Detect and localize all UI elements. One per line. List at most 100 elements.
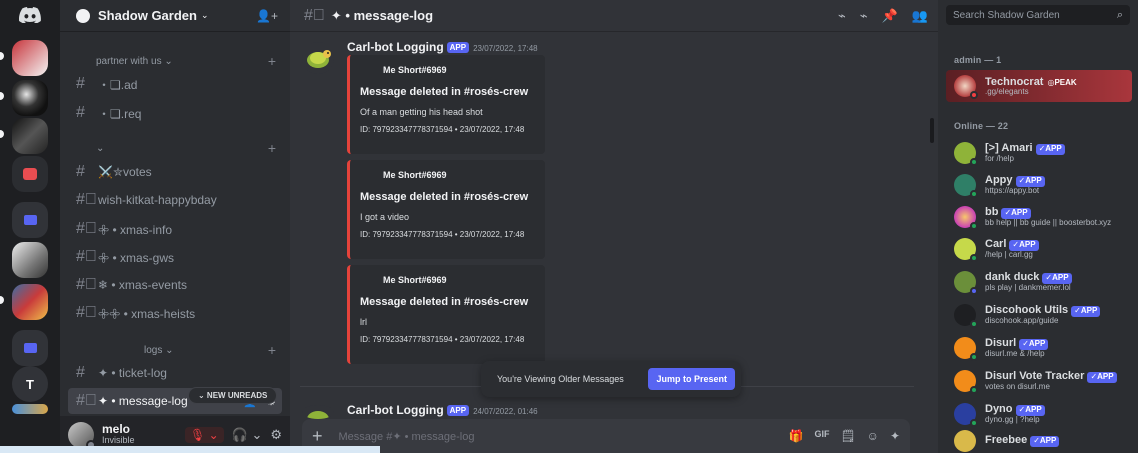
online-status-icon	[970, 419, 978, 427]
online-status-icon	[970, 190, 978, 198]
avatar	[954, 337, 978, 361]
member-name: Disurl	[985, 337, 1017, 350]
composer-tools: 🎁 GIF 🗒 ☺ ✦	[788, 429, 900, 443]
thread-channel-icon: #⃨	[76, 191, 97, 208]
folder-icon[interactable]	[12, 202, 48, 238]
add-attachment-icon[interactable]: +	[312, 426, 323, 447]
channel-xmas-events[interactable]: #⃨ ❄ • xmas-events	[68, 272, 282, 298]
member-item[interactable]: dank duck ✓APP pls play | dankmemer.lol	[946, 266, 1132, 298]
member-list: Search Shadow Garden ⌕ admin — 1 Technoc…	[938, 0, 1138, 453]
avatar	[954, 75, 978, 99]
member-item[interactable]: [>] Amari ✓APP for /help	[946, 137, 1132, 169]
server-icon[interactable]	[12, 156, 48, 192]
channel-ad[interactable]: # ・❏.ad	[68, 71, 282, 97]
category-logs[interactable]: logs ⌄ +	[60, 340, 290, 360]
notification-bell-muted-icon[interactable]: ⌁	[860, 8, 868, 24]
server-icon[interactable]	[12, 242, 48, 278]
channel-xmas-info[interactable]: #⃨ 𖧷 • xmas-info	[68, 216, 282, 242]
channel-wish-kitkat[interactable]: #⃨ wish-kitkat-happybday	[68, 187, 282, 213]
sticker-icon[interactable]: 🗒	[840, 429, 855, 443]
headset-icon[interactable]: 🎧 ⌄	[232, 427, 263, 443]
gif-icon[interactable]: GIF	[814, 429, 829, 443]
channel-name: ✦ • message-log	[98, 394, 188, 408]
unread-pill	[0, 52, 4, 60]
older-messages-text: You're Viewing Older Messages	[497, 374, 624, 384]
log-embed: Me Short#6969 Message deleted in #rosés-…	[347, 55, 545, 154]
channel-xmas-heists[interactable]: #⃨ 𖧷𖧷 • xmas-heists	[68, 300, 282, 326]
avatar	[954, 370, 978, 394]
server-icon[interactable]	[12, 404, 48, 414]
channel-name: ・❏.ad	[98, 77, 138, 92]
embed-title: Message deleted in #rosés-crew	[360, 191, 529, 203]
server-icon[interactable]	[12, 40, 48, 76]
server-icon[interactable]	[12, 118, 48, 154]
app-badge: ✓APP	[1087, 372, 1117, 383]
member-name: Freebee	[985, 434, 1028, 447]
member-item[interactable]: bb ✓APP bb help || bb guide || boosterbot.…	[946, 201, 1132, 233]
message-input[interactable]: Message #✦ • message-log	[339, 430, 475, 443]
member-item[interactable]: Appy ✓APP https://appy.bot	[946, 169, 1132, 201]
scrollbar[interactable]	[930, 118, 934, 143]
member-name: Discohook Utils	[985, 304, 1069, 317]
member-name: dank duck	[985, 271, 1040, 284]
member-item[interactable]: Technocrat ◎PEAK .gg/elegants	[946, 70, 1132, 102]
search-input[interactable]: Search Shadow Garden ⌕	[946, 5, 1130, 25]
server-icon[interactable]	[12, 80, 48, 116]
avatar	[954, 174, 978, 198]
member-item[interactable]: Discohook Utils ✓APP discohook.app/guide	[946, 299, 1132, 331]
avatar[interactable]	[68, 421, 96, 450]
embed-description: Of a man getting his head shot	[360, 107, 483, 117]
unread-pill	[0, 130, 4, 138]
member-status: votes on disurl.me	[985, 382, 1050, 391]
guild-header[interactable]: Shadow Garden ⌄ 👤+	[60, 0, 290, 32]
member-item[interactable]: Disurl ✓APP disurl.me & /help	[946, 332, 1132, 364]
user-status: Invisible	[102, 435, 135, 446]
online-status-icon	[970, 222, 978, 230]
gear-icon[interactable]: ⚙	[270, 427, 282, 443]
user-info[interactable]: melo Invisible	[102, 423, 135, 445]
bot-avatar[interactable]	[302, 42, 334, 74]
member-item[interactable]: Freebee ✓APP	[946, 428, 1132, 453]
member-status: discohook.app/guide	[985, 316, 1059, 325]
create-channel-icon[interactable]: +	[268, 53, 276, 69]
channel-name: ・❏.req	[98, 106, 142, 121]
member-name: [>] Amari	[985, 142, 1033, 155]
create-channel-icon[interactable]: +	[268, 140, 276, 156]
member-list-icon[interactable]: 👥	[912, 8, 928, 24]
new-unreads-button[interactable]: ⌄ NEW UNREADS	[188, 387, 278, 404]
member-item[interactable]: Carl ✓APP/help | carl.gg	[946, 233, 1132, 265]
member-status: disurl.me & /help	[985, 349, 1045, 358]
message-author[interactable]: Carl-bot Logging APP 24/07/2022, 01:46	[347, 403, 538, 417]
channel-xmas-gws[interactable]: #⃨ 𖧷 • xmas-gws	[68, 244, 282, 270]
member-item[interactable]: Dyno ✓APP dyno.gg | ?help	[946, 398, 1132, 430]
server-icon[interactable]	[12, 284, 48, 320]
mute-microphone-icon[interactable]: 🎙 ⌄	[185, 426, 224, 443]
member-item[interactable]: Disurl Vote Tracker ✓APP votes on disurl.m…	[946, 365, 1132, 397]
embed-footer: ID: 797923347778371594 • 23/07/2022, 17:…	[360, 230, 525, 239]
message-author[interactable]: Carl-bot Logging APP 23/07/2022, 17:48	[347, 40, 538, 54]
channel-ticket-log[interactable]: # ✦ • ticket-log	[68, 360, 282, 386]
channel-title: ✦ • message-log	[330, 7, 434, 23]
thread-channel-icon: #⃨	[304, 6, 325, 24]
gift-icon[interactable]: 🎁	[788, 429, 803, 443]
app-badge: ✓APP	[1035, 144, 1065, 155]
bot-avatar[interactable]	[302, 405, 334, 419]
create-channel-icon[interactable]: +	[268, 342, 276, 358]
apps-icon[interactable]: ✦	[890, 429, 900, 443]
channel-req[interactable]: # ・❏.req	[68, 100, 282, 126]
threads-icon[interactable]: ⌁	[838, 8, 846, 24]
browser-status-bar	[0, 446, 380, 453]
member-status: https://appy.bot	[985, 186, 1040, 195]
pin-icon[interactable]: 📌	[882, 8, 898, 24]
emoji-icon[interactable]: ☺	[867, 429, 879, 443]
jump-to-present-button[interactable]: Jump to Present	[648, 368, 735, 390]
category-unnamed[interactable]: ⌄ +	[60, 138, 290, 158]
discord-logo-icon[interactable]	[12, 0, 48, 30]
channel-votes[interactable]: # ⚔️✮votes	[68, 159, 282, 185]
server-icon[interactable]: T	[12, 366, 48, 402]
embed-title: Message deleted in #rosés-crew	[360, 86, 529, 98]
folder-icon[interactable]	[12, 330, 48, 366]
discord-app: T Shadow Garden ⌄ 👤+ partner with us ⌄ +…	[0, 0, 1138, 453]
category-partner[interactable]: partner with us ⌄ +	[60, 51, 290, 71]
invite-people-icon[interactable]: 👤+	[256, 9, 278, 23]
